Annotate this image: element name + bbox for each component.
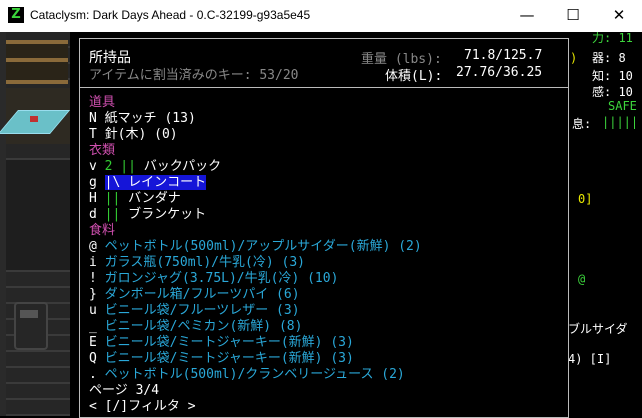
stat-strength: 力: 11 — [592, 32, 633, 45]
category-header: 食料 — [89, 223, 116, 238]
machine-screen — [20, 310, 38, 318]
item-hotkey: i — [89, 255, 97, 270]
inventory-item[interactable]: @ ペットボトル(500ml)/アップルサイダー(新鮮) (2) — [89, 239, 422, 255]
item-hotkey: } — [89, 287, 97, 302]
safe-mode-indicator: SAFE — [608, 99, 637, 113]
inventory-item[interactable]: T 針(木) (0) — [89, 127, 178, 143]
item-hotkey: . — [89, 367, 97, 382]
dark-floor-tile — [6, 160, 70, 270]
weight-value: 71.8/125.7 — [464, 48, 543, 63]
item-hotkey: H — [89, 191, 97, 206]
item-on-table — [30, 116, 38, 122]
title-bar: Z Cataclysm: Dark Days Ahead - 0.C-32199… — [0, 0, 642, 32]
close-button[interactable]: ✕ — [596, 0, 642, 32]
sidebar-bracket: 0] — [578, 192, 593, 206]
inventory-item[interactable]: u ビニール袋/フルーツレザー (3) — [89, 303, 300, 319]
item-hotkey: @ — [89, 239, 97, 254]
category-header: 道具 — [89, 95, 116, 110]
page-indicator: ページ 3/4 — [89, 383, 160, 398]
message-log-line: 4) [I] — [568, 352, 612, 366]
item-hotkey: T — [89, 127, 97, 142]
close-icon: ✕ — [612, 6, 626, 24]
inventory-item[interactable]: v 2 || バックパック — [89, 159, 221, 175]
item-hotkey: _ — [89, 319, 97, 334]
stat-perception: 感: 10 — [592, 85, 633, 99]
item-name: ペットボトル(500ml)/クランベリージュース (2) — [104, 367, 405, 382]
stat-dexterity: 器: 8 — [592, 51, 626, 65]
item-name: ビニール袋/ミートジャーキー(新鮮) (3) — [104, 351, 354, 366]
item-name: レインコート — [128, 175, 207, 190]
player-symbol: @ — [578, 272, 586, 286]
item-durability: || — [104, 207, 129, 222]
item-hotkey: g — [89, 175, 97, 190]
item-name: 紙マッチ (13) — [104, 111, 196, 126]
item-durability: |\ — [104, 175, 129, 190]
category-header: 衣類 — [89, 143, 116, 158]
bench-tile — [6, 40, 68, 84]
inventory-item-selected[interactable]: g |\ レインコート — [89, 175, 207, 191]
item-name: ダンボール箱/フルーツパイ (6) — [104, 287, 300, 302]
filter-hint[interactable]: < [/]フィルタ > — [89, 399, 196, 415]
item-name: 針(木) (0) — [104, 127, 178, 142]
inventory-item[interactable]: E ビニール袋/ミートジャーキー(新鮮) (3) — [89, 335, 354, 351]
inventory-item[interactable]: ! ガロンジャグ(3.75L)/牛乳(冷) (10) — [89, 271, 338, 287]
volume-value: 27.76/36.25 — [456, 65, 543, 80]
message-log-line: ブルサイダ — [568, 322, 628, 336]
rest-label: 息: — [572, 117, 592, 131]
inventory-item[interactable]: i ガラス瓶(750ml)/牛乳(冷) (3) — [89, 255, 305, 271]
item-name: ビニール袋/フルーツレザー (3) — [104, 303, 300, 318]
item-name: ペットボトル(500ml)/アップルサイダー(新鮮) (2) — [104, 239, 422, 254]
stat-intelligence: 知: 10 — [592, 69, 633, 83]
maximize-button[interactable]: ☐ — [550, 0, 596, 32]
sidebar-paren: ) — [570, 51, 578, 65]
item-name: ガラス瓶(750ml)/牛乳(冷) (3) — [104, 255, 305, 270]
bench-slat-tile — [6, 58, 68, 62]
item-hotkey: ! — [89, 271, 97, 286]
inventory-item[interactable]: H || バンダナ — [89, 191, 181, 207]
item-name: ビニール袋/ペミカン(新鮮) (8) — [104, 319, 303, 334]
inventory-item[interactable]: N 紙マッチ (13) — [89, 111, 196, 127]
maximize-icon: ☐ — [566, 6, 580, 24]
inventory-item[interactable]: } ダンボール箱/フルーツパイ (6) — [89, 287, 300, 303]
item-durability: || — [104, 191, 129, 206]
item-name: ガロンジャグ(3.75L)/牛乳(冷) (10) — [104, 271, 339, 286]
item-durability: 2 || — [104, 159, 144, 174]
inventory-item[interactable]: d || ブランケット — [89, 207, 206, 223]
item-name: バックパック — [143, 159, 222, 174]
inventory-item[interactable]: . ペットボトル(500ml)/クランベリージュース (2) — [89, 367, 405, 383]
item-hotkey: E — [89, 335, 97, 350]
window-title: Cataclysm: Dark Days Ahead - 0.C-32199-g… — [30, 8, 311, 22]
item-name: ブランケット — [128, 207, 207, 222]
inventory-item[interactable]: _ ビニール袋/ペミカン(新鮮) (8) — [89, 319, 302, 335]
assigned-keys-label: アイテムに割当済みのキー: 53/20 — [89, 68, 299, 83]
volume-label: 体積(L): — [385, 69, 443, 84]
item-hotkey: Q — [89, 351, 97, 366]
minimize-button[interactable]: — — [504, 0, 550, 32]
app-icon: Z — [8, 7, 24, 23]
item-hotkey: v — [89, 159, 97, 174]
item-hotkey: u — [89, 303, 97, 318]
item-hotkey: N — [89, 111, 97, 126]
inventory-item[interactable]: Q ビニール袋/ミートジャーキー(新鮮) (3) — [89, 351, 354, 367]
item-name: バンダナ — [128, 191, 181, 206]
rest-bar: ||||| — [602, 115, 639, 129]
minimize-icon: — — [519, 6, 535, 24]
inventory-panel: 所持品 アイテムに割当済みのキー: 53/20 重量 (lbs): 71.8/1… — [79, 38, 569, 418]
selection-highlight: |\ レインコート — [104, 175, 207, 190]
item-hotkey: d — [89, 207, 97, 222]
header-divider — [80, 87, 568, 88]
item-name: ビニール袋/ミートジャーキー(新鮮) (3) — [104, 335, 354, 350]
